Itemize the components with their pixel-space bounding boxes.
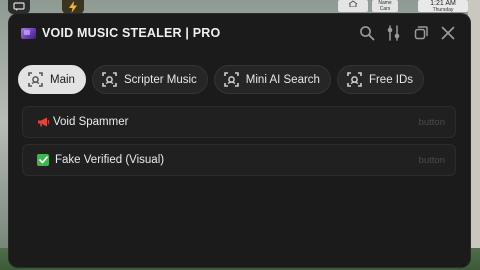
- purple-gem-icon: [21, 27, 36, 39]
- void-spammer-button[interactable]: Void Spammer button: [22, 106, 456, 138]
- game-tag-name-line2: Cars: [379, 6, 391, 12]
- window-controls: [359, 25, 456, 41]
- check-mark-icon: [37, 154, 49, 166]
- tab-main[interactable]: Main: [18, 65, 86, 94]
- close-icon[interactable]: [440, 25, 456, 41]
- game-tag-name: Name Cars: [372, 0, 398, 12]
- game-tag-home: [338, 0, 368, 12]
- tab-mini-ai-search-label: Mini AI Search: [245, 73, 320, 86]
- game-clock-time: 1:21 AM: [430, 0, 456, 7]
- lightning-icon[interactable]: [62, 0, 84, 14]
- void-spammer-label: Void Spammer: [53, 116, 129, 128]
- tab-free-ids-label: Free IDs: [368, 73, 414, 86]
- tab-free-ids[interactable]: Free IDs: [336, 65, 425, 94]
- title-group: VOID MUSIC STEALER | PRO: [21, 26, 220, 40]
- script-window: VOID MUSIC STEALER | PRO Main Scripter M…: [9, 14, 470, 267]
- game-clock-day: Thursday: [432, 7, 454, 13]
- chat-icon[interactable]: [8, 0, 30, 14]
- button-hint: button: [418, 154, 445, 166]
- tab-target-icon: [101, 71, 118, 88]
- button-hint: button: [418, 116, 445, 128]
- tab-target-icon: [346, 71, 363, 88]
- minimize-icon[interactable]: [413, 25, 429, 41]
- fake-verified-button[interactable]: Fake Verified (Visual) button: [22, 144, 456, 176]
- tab-mini-ai-search[interactable]: Mini AI Search: [213, 65, 331, 94]
- title-bar[interactable]: VOID MUSIC STEALER | PRO: [9, 14, 470, 52]
- tab-main-label: Main: [50, 73, 75, 86]
- tab-target-icon: [27, 71, 44, 88]
- megaphone-icon: [37, 117, 50, 127]
- row-title: Fake Verified (Visual): [37, 154, 164, 166]
- fake-verified-label: Fake Verified (Visual): [55, 154, 165, 166]
- tab-bar: Main Scripter Music Mini AI Search Free …: [18, 65, 463, 94]
- tab-target-icon: [223, 71, 240, 88]
- tab-scripter-music-label: Scripter Music: [123, 73, 197, 86]
- tab-scripter-music[interactable]: Scripter Music: [91, 65, 208, 94]
- game-clock: 1:21 AM Thursday: [418, 0, 468, 13]
- settings-sliders-icon[interactable]: [386, 25, 402, 41]
- row-title: Void Spammer: [37, 116, 128, 128]
- window-title: VOID MUSIC STEALER | PRO: [42, 26, 221, 40]
- button-list: Void Spammer button Fake Verified (Visua…: [22, 106, 456, 182]
- search-icon[interactable]: [359, 25, 375, 41]
